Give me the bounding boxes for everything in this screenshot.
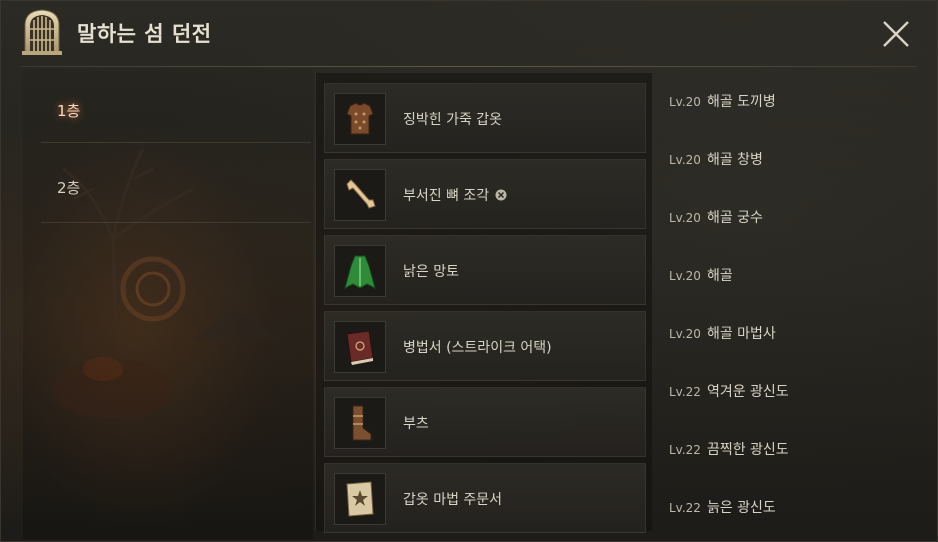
- monster-entry: Lv.20 해골 도끼병: [669, 94, 776, 110]
- item-row-broken-bone-fragment[interactable]: 부서진 뼈 조각: [324, 159, 646, 229]
- dungeon-info-window: 말하는 섬 던전 1층 2층 징박힌 가죽 갑옷 부서진 뼈 조각 낡은 망토 …: [0, 0, 938, 542]
- floor-tab-2[interactable]: 2층: [41, 149, 311, 223]
- dungeon-gate-icon: [21, 7, 63, 55]
- monster-entry: Lv.20 해골 궁수: [669, 210, 763, 226]
- item-row-old-cloak[interactable]: 낡은 망토: [324, 235, 646, 305]
- close-button[interactable]: [877, 15, 915, 53]
- header-divider: [21, 66, 917, 67]
- studded-leather-armor-icon: [334, 93, 386, 145]
- monster-list: Lv.20 해골 도끼병 Lv.20 해골 창병 Lv.20 해골 궁수 Lv.20 해…: [652, 71, 922, 531]
- item-name: 병법서 (스트라이크 어택): [403, 340, 552, 356]
- item-row-boots[interactable]: 부츠: [324, 387, 646, 457]
- bound-item-icon: [495, 189, 507, 201]
- monster-entry: Lv.20 해골 마법사: [669, 326, 776, 342]
- item-name: 부서진 뼈 조각: [403, 185, 507, 205]
- boots-icon: [334, 397, 386, 449]
- monster-entry: Lv.22 늙은 광신도: [669, 500, 776, 516]
- floor-tab-label: 1층: [57, 102, 81, 120]
- item-row-studded-leather-armor[interactable]: 징박힌 가죽 갑옷: [324, 83, 646, 153]
- floor-tab-1[interactable]: 1층: [41, 69, 311, 143]
- tactics-book-icon: [334, 321, 386, 373]
- close-x-icon: [883, 21, 909, 47]
- divider: [41, 142, 311, 143]
- item-name: 갑옷 마법 주문서: [403, 492, 503, 508]
- monster-entry: Lv.20 해골: [669, 268, 733, 284]
- item-row-armor-scroll[interactable]: 갑옷 마법 주문서: [324, 463, 646, 533]
- window-header: 말하는 섬 던전: [1, 1, 937, 67]
- floor-list: 1층 2층: [23, 69, 313, 539]
- divider: [41, 222, 311, 223]
- page-title: 말하는 섬 던전: [77, 22, 212, 46]
- monster-entry: Lv.20 해골 창병: [669, 152, 763, 168]
- monster-entry: Lv.22 끔찍한 광신도: [669, 442, 789, 458]
- item-name: 낡은 망토: [403, 264, 459, 280]
- broken-bone-fragment-icon: [334, 169, 386, 221]
- item-name: 징박힌 가죽 갑옷: [403, 112, 503, 128]
- armor-scroll-icon: [334, 473, 386, 525]
- old-cloak-icon: [334, 245, 386, 297]
- item-name: 부츠: [403, 416, 429, 432]
- item-row-tactics-book[interactable]: 병법서 (스트라이크 어택): [324, 311, 646, 381]
- item-drop-list[interactable]: 징박힌 가죽 갑옷 부서진 뼈 조각 낡은 망토 병법서 (스트라이크 어택) …: [315, 73, 652, 533]
- floor-tab-label: 2층: [57, 179, 81, 197]
- monster-entry: Lv.22 역겨운 광신도: [669, 384, 789, 400]
